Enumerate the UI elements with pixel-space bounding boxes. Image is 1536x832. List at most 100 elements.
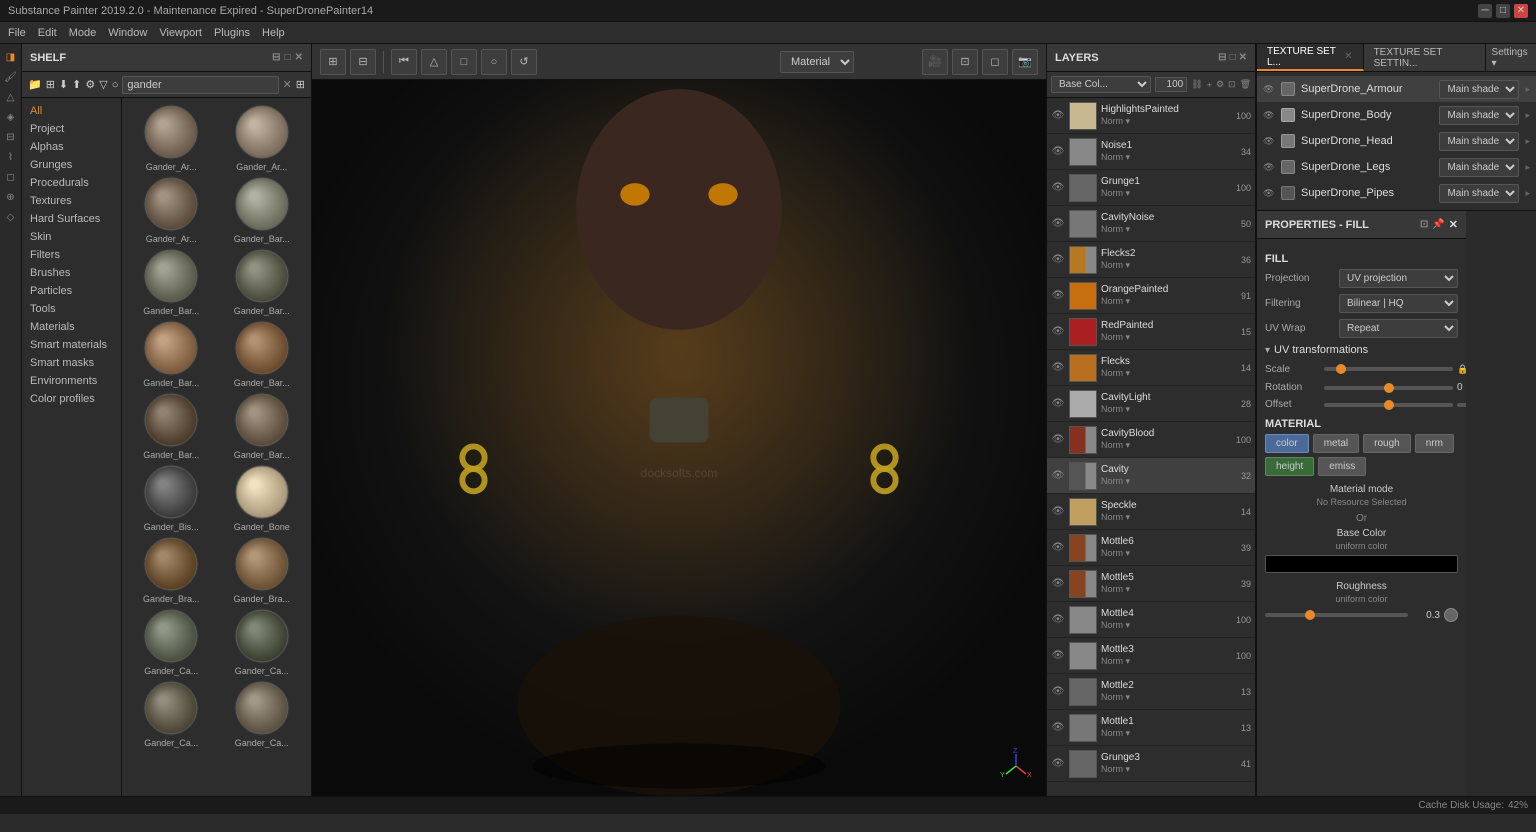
cat-smart-materials[interactable]: Smart materials	[22, 336, 121, 354]
ts-eye-pipes[interactable]: 👁	[1263, 188, 1275, 199]
layer-item[interactable]: 👁RedPaintedNorm ▾15	[1047, 314, 1255, 350]
offset-slider-y[interactable]	[1457, 403, 1466, 407]
projection-select[interactable]: UV projection	[1339, 269, 1458, 288]
ts-tab1-close[interactable]: ✕	[1344, 51, 1352, 62]
lock-icon[interactable]: 🔒	[1457, 362, 1466, 376]
shelf-import-icon[interactable]: ⬇	[59, 78, 68, 91]
layer-eye-icon[interactable]: 👁	[1051, 109, 1065, 123]
shelf-item[interactable]: Gander_Bar...	[128, 320, 215, 388]
shelf-item[interactable]: Gander_Bone	[219, 464, 306, 532]
cat-all[interactable]: All	[22, 102, 121, 120]
shelf-item[interactable]: Gander_Ar...	[128, 104, 215, 172]
vp-tool-grid[interactable]: ⊞	[320, 49, 346, 75]
ts-settings-dropdown[interactable]: Settings ▾	[1486, 44, 1536, 71]
ts-shader-head[interactable]: Main shader	[1439, 132, 1519, 151]
ts-shader-body[interactable]: Main shader	[1439, 106, 1519, 125]
shelf-item[interactable]: Gander_Ar...	[128, 176, 215, 244]
layers-blend-select[interactable]: Base Col...	[1051, 76, 1151, 93]
left-icon-material[interactable]: ◈	[2, 108, 20, 126]
layer-eye-icon[interactable]: 👁	[1051, 721, 1065, 735]
shelf-folder-icon[interactable]: 📁	[28, 78, 42, 91]
menu-edit[interactable]: Edit	[38, 27, 57, 39]
shelf-float-button[interactable]: □	[285, 52, 291, 63]
ts-shader-armour[interactable]: Main shader	[1439, 80, 1519, 99]
layer-item[interactable]: 👁CavityLightNorm ▾28	[1047, 386, 1255, 422]
layer-item[interactable]: 👁CavityNoiseNorm ▾50	[1047, 206, 1255, 242]
layer-item[interactable]: 👁HighlightsPaintedNorm ▾100	[1047, 98, 1255, 134]
properties-close-button[interactable]: ✕	[1449, 218, 1458, 231]
layer-eye-icon[interactable]: 👁	[1051, 217, 1065, 231]
ts-item-head[interactable]: 👁 SuperDrone_Head Main shader ▸	[1257, 128, 1536, 154]
vp-tool-material[interactable]: □	[451, 49, 477, 75]
layer-item[interactable]: 👁Grunge1Norm ▾100	[1047, 170, 1255, 206]
vp-snapshot-icon[interactable]: 📷	[1012, 49, 1038, 75]
ts-expand-head[interactable]: ▸	[1525, 136, 1530, 147]
layer-item[interactable]: 👁CavityNorm ▾32	[1047, 458, 1255, 494]
vp-tool-env[interactable]: ↺	[511, 49, 537, 75]
ts-shader-legs[interactable]: Main shader	[1439, 158, 1519, 177]
shelf-item[interactable]: Gander_Bar...	[219, 248, 306, 316]
menu-plugins[interactable]: Plugins	[214, 27, 250, 39]
layer-item[interactable]: 👁Mottle3Norm ▾100	[1047, 638, 1255, 674]
shelf-search-input[interactable]	[122, 76, 278, 94]
shelf-settings-icon[interactable]: ⚙	[85, 78, 95, 91]
ts-expand-legs[interactable]: ▸	[1525, 162, 1530, 173]
cat-textures[interactable]: Textures	[22, 192, 121, 210]
vp-camera-icon[interactable]: 🎥	[922, 49, 948, 75]
cat-tools[interactable]: Tools	[22, 300, 121, 318]
layer-eye-icon[interactable]: 👁	[1051, 685, 1065, 699]
layer-item[interactable]: 👁Mottle4Norm ▾100	[1047, 602, 1255, 638]
vp-2d-icon[interactable]: ⊡	[952, 49, 978, 75]
menu-viewport[interactable]: Viewport	[159, 27, 202, 39]
roughness-slider[interactable]	[1265, 613, 1408, 617]
cat-brushes[interactable]: Brushes	[22, 264, 121, 282]
layer-item[interactable]: 👁Mottle5Norm ▾39	[1047, 566, 1255, 602]
layers-opacity-input[interactable]	[1155, 77, 1187, 92]
layer-eye-icon[interactable]: 👁	[1051, 433, 1065, 447]
layer-item[interactable]: 👁Grunge3Norm ▾41	[1047, 746, 1255, 782]
layer-item[interactable]: 👁SpeckleNorm ▾14	[1047, 494, 1255, 530]
ts-item-legs[interactable]: 👁 SuperDrone_Legs Main shader ▸	[1257, 154, 1536, 180]
shelf-item[interactable]: Gander_Bis...	[128, 464, 215, 532]
mat-btn-emiss[interactable]: emiss	[1318, 457, 1366, 476]
cat-environments[interactable]: Environments	[22, 372, 121, 390]
ts-expand-pipes[interactable]: ▸	[1525, 188, 1530, 199]
layers-close-icon[interactable]: ✕	[1239, 52, 1247, 63]
roughness-eyedropper[interactable]	[1444, 608, 1458, 622]
menu-file[interactable]: File	[8, 27, 26, 39]
layer-item[interactable]: 👁Noise1Norm ▾34	[1047, 134, 1255, 170]
layer-eye-icon[interactable]: 👁	[1051, 253, 1065, 267]
cat-procedurals[interactable]: Procedurals	[22, 174, 121, 192]
cat-materials[interactable]: Materials	[22, 318, 121, 336]
layer-eye-icon[interactable]: 👁	[1051, 145, 1065, 159]
rotation-slider[interactable]	[1324, 386, 1453, 390]
vp-tool-wireframe[interactable]: △	[421, 49, 447, 75]
filtering-select[interactable]: Bilinear | HQ	[1339, 294, 1458, 313]
shelf-item[interactable]: Gander_Bar...	[219, 320, 306, 388]
layer-item[interactable]: 👁CavityBloodNorm ▾100	[1047, 422, 1255, 458]
shelf-item[interactable]: Gander_Bar...	[128, 248, 215, 316]
left-icon-clone[interactable]: ⊕	[2, 188, 20, 206]
layer-eye-icon[interactable]: 👁	[1051, 397, 1065, 411]
cat-grunges[interactable]: Grunges	[22, 156, 121, 174]
shelf-close-button[interactable]: ✕	[295, 52, 303, 63]
uv-transforms-toggle[interactable]: ▾	[1265, 345, 1270, 356]
ts-eye-body[interactable]: 👁	[1263, 110, 1275, 121]
cat-smart-masks[interactable]: Smart masks	[22, 354, 121, 372]
ts-item-body[interactable]: 👁 SuperDrone_Body Main shader ▸	[1257, 102, 1536, 128]
mat-btn-color[interactable]: color	[1265, 434, 1309, 453]
left-icon-eraser[interactable]: ◻	[2, 168, 20, 186]
layer-eye-icon[interactable]: 👁	[1051, 325, 1065, 339]
left-icon-geometry[interactable]: ◇	[2, 208, 20, 226]
uv-wrap-select[interactable]: Repeat	[1339, 319, 1458, 338]
shelf-search-icon[interactable]: ○	[112, 79, 119, 91]
texture-set-list-tab[interactable]: TEXTURE SET L... ✕	[1257, 44, 1364, 71]
mat-btn-metal[interactable]: metal	[1313, 434, 1359, 453]
layers-dock-icon[interactable]: ⊟	[1218, 52, 1226, 63]
left-icon-stamp[interactable]: ⊟	[2, 128, 20, 146]
ts-eye-armour[interactable]: 👁	[1263, 84, 1275, 95]
cat-alphas[interactable]: Alphas	[22, 138, 121, 156]
menu-mode[interactable]: Mode	[69, 27, 97, 39]
mat-btn-rough[interactable]: rough	[1363, 434, 1411, 453]
texture-set-settings-tab[interactable]: TEXTURE SET SETTIN...	[1364, 44, 1486, 71]
